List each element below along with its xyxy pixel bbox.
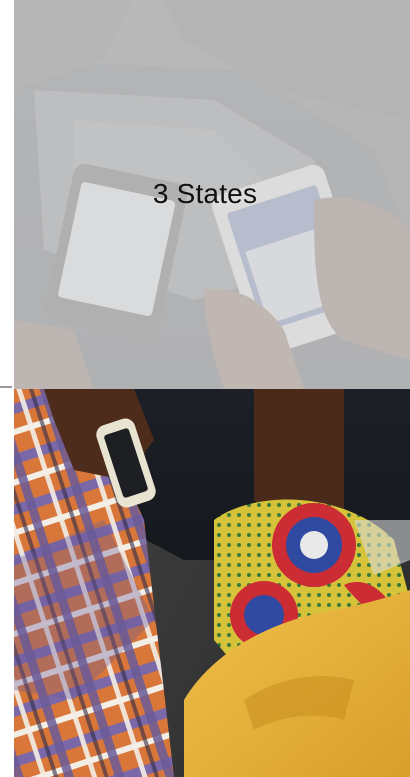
- hero-card[interactable]: 3 States: [0, 0, 410, 777]
- hero-title: 3 States: [152, 178, 258, 209]
- divider: [0, 386, 12, 388]
- left-gutter: [0, 0, 14, 777]
